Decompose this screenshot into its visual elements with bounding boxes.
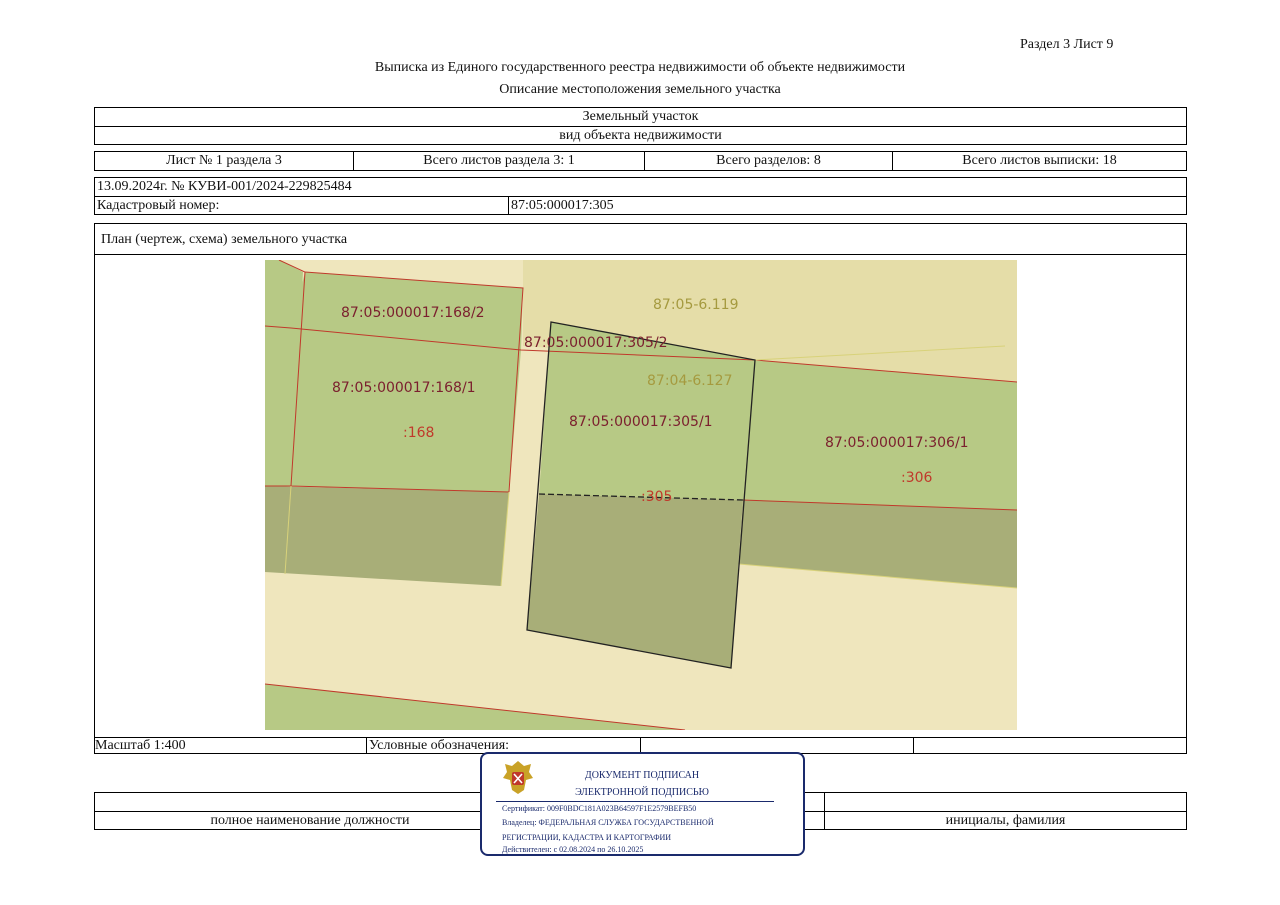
document-title: Выписка из Единого государственного реес… <box>374 60 906 75</box>
plan-heading: План (чертеж, схема) земельного участка <box>101 232 348 247</box>
record-box: 13.09.2024г. № КУВИ-001/2024-229825484 К… <box>94 177 1187 215</box>
divider <box>95 126 1186 127</box>
object-type-caption: вид объекта недвижимости <box>559 128 722 143</box>
divider <box>508 196 509 214</box>
object-type: Земельный участок <box>582 109 699 124</box>
cadastral-value: 87:05:000017:305 <box>511 198 614 213</box>
divider <box>95 196 1186 197</box>
sheets-row: Лист № 1 раздела 3 Всего листов раздела … <box>94 151 1187 171</box>
scale-label: Масштаб 1:400 <box>95 738 186 753</box>
stamp-owner-line2: РЕГИСТРАЦИИ, КАДАСТРА И КАРТОГРАФИИ <box>502 833 672 842</box>
parcel-168-1 <box>291 328 521 492</box>
e-signature-stamp: ДОКУМЕНТ ПОДПИСАН ЭЛЕКТРОННОЙ ПОДПИСЬЮ С… <box>480 752 805 856</box>
label-6-119: 87:05-6.119 <box>653 297 738 313</box>
divider <box>640 738 641 753</box>
divider <box>366 738 367 753</box>
cadastral-label: Кадастровый номер: <box>97 198 220 213</box>
divider <box>95 254 1186 255</box>
position-caption: полное наименование должности <box>210 813 410 828</box>
stamp-valid: Действителен: с 02.08.2024 по 26.10.2025 <box>502 845 644 854</box>
stamp-owner-line1: Владелец: ФЕДЕРАЛЬНАЯ СЛУЖБА ГОСУДАРСТВЕ… <box>502 818 714 827</box>
label-305-2: 87:05:000017:305/2 <box>524 335 668 351</box>
section-sheet-label: Раздел 3 Лист 9 <box>1020 37 1114 52</box>
label-305: :305 <box>641 489 672 505</box>
label-168-1: 87:05:000017:168/1 <box>332 380 476 396</box>
total-section-sheets: Всего листов раздела 3: 1 <box>423 153 575 168</box>
label-168: :168 <box>403 425 434 441</box>
coat-of-arms-icon <box>503 761 533 794</box>
label-306: :306 <box>901 470 933 486</box>
divider <box>913 738 914 753</box>
stamp-line2: ЭЛЕКТРОННОЙ ПОДПИСЬЮ <box>575 787 709 798</box>
document-subtitle: Описание местоположения земельного участ… <box>499 82 781 97</box>
record-date-number: 13.09.2024г. № КУВИ-001/2024-229825484 <box>97 179 352 194</box>
label-168-2: 87:05:000017:168/2 <box>341 305 485 321</box>
name-caption: инициалы, фамилия <box>945 813 1066 828</box>
label-306-1: 87:05:000017:306/1 <box>825 435 969 451</box>
sheet-of-section: Лист № 1 раздела 3 <box>166 153 282 168</box>
label-6-127: 87:04-6.127 <box>647 373 732 389</box>
object-type-box: Земельный участок вид объекта недвижимос… <box>94 107 1187 145</box>
total-extract-sheets: Всего листов выписки: 18 <box>962 153 1117 168</box>
strip-168 <box>265 486 509 586</box>
cadastral-map: 87:05:000017:168/2 87:05-6.119 87:05:000… <box>265 260 1017 730</box>
stamp-line1: ДОКУМЕНТ ПОДПИСАН <box>584 770 700 781</box>
stamp-divider <box>496 801 774 802</box>
stamp-certificate: Сертификат: 009F0BDC181A023B64597F1E2579… <box>502 804 697 813</box>
label-305-1: 87:05:000017:305/1 <box>569 414 713 430</box>
total-sections: Всего разделов: 8 <box>716 153 821 168</box>
